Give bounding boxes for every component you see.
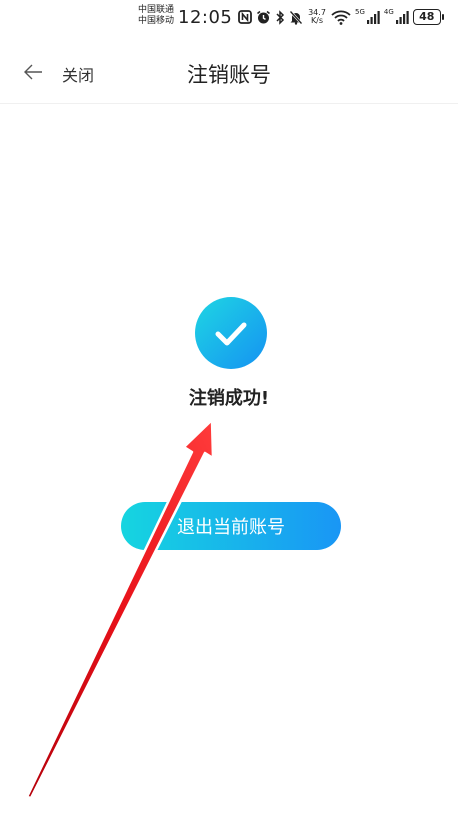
bluetooth-icon	[275, 9, 285, 25]
wifi-icon	[331, 10, 351, 25]
carrier-names: 中国联通 中国移动	[138, 5, 174, 27]
status-bar: 中国联通 中国移动 12:05 34.7 K/s 5G 4G 48	[0, 0, 458, 36]
status-icons: 34.7 K/s 5G 4G 48	[238, 6, 444, 28]
alarm-icon	[256, 10, 271, 25]
signal-2-label: 4G	[383, 8, 394, 16]
signal-2-icon	[395, 10, 409, 24]
back-close-button[interactable]: 关闭	[22, 60, 94, 88]
signal-1-icon	[366, 10, 380, 24]
success-check-icon	[195, 297, 267, 369]
annotation-arrow	[25, 418, 215, 800]
success-message: 注销成功!	[188, 388, 270, 409]
nfc-icon	[238, 10, 252, 24]
title-bar: 关闭 注销账号	[0, 44, 458, 104]
status-time: 12:05	[178, 7, 233, 28]
signal-1-label: 5G	[355, 8, 365, 16]
network-speed-unit: K/s	[310, 16, 324, 25]
back-arrow-icon	[22, 61, 44, 87]
mute-bell-icon	[289, 10, 303, 25]
carrier-1: 中国联通	[138, 5, 175, 15]
close-label: 关闭	[62, 66, 95, 85]
logout-current-account-button[interactable]: 退出当前账号	[121, 502, 341, 550]
battery-indicator: 48	[412, 9, 444, 25]
network-speed: 34.7 K/s	[307, 9, 327, 25]
carrier-2: 中国移动	[138, 16, 175, 26]
